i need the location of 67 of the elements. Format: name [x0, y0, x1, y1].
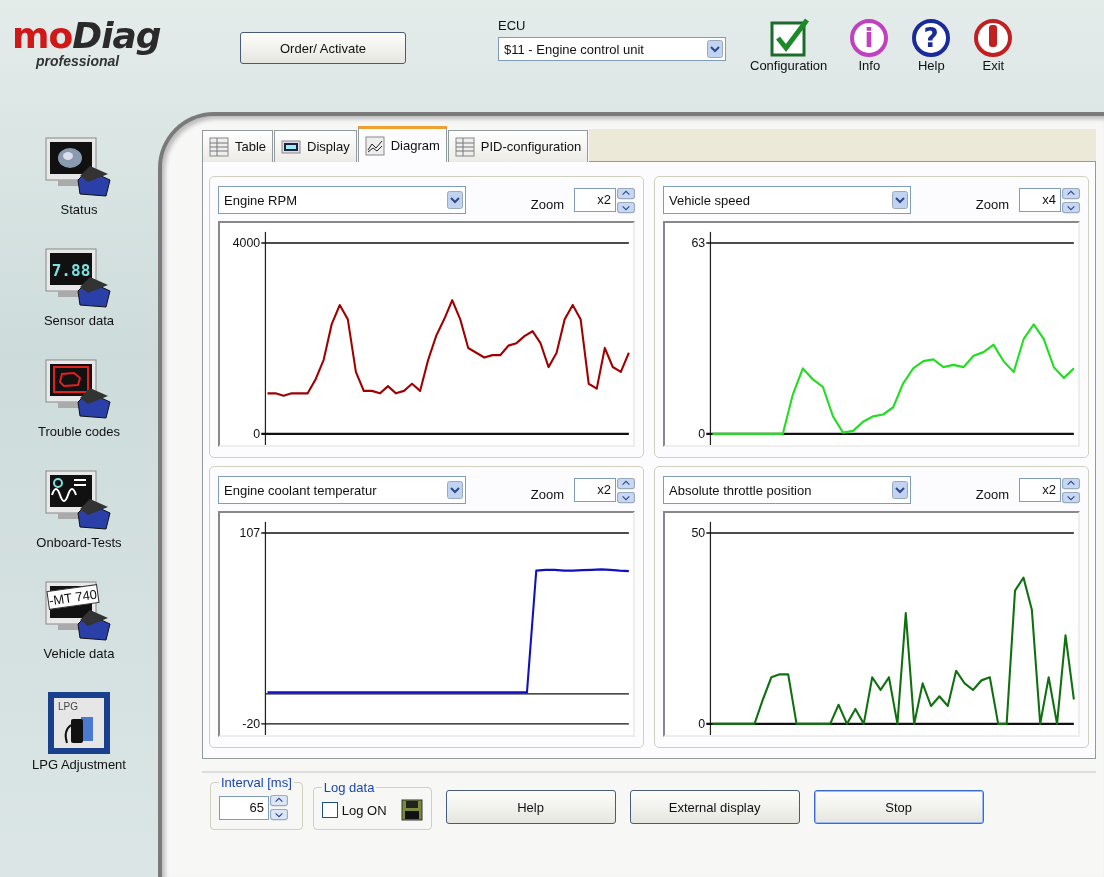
sidebar-item[interactable]: Trouble codes [38, 358, 120, 439]
app-logo: moDiag professional [12, 18, 162, 68]
spin-down-icon[interactable] [1062, 200, 1080, 214]
axis-label: 4000 [232, 235, 261, 251]
toolbar-button[interactable]: Configuration [750, 18, 828, 73]
spin-up-icon[interactable] [617, 476, 635, 490]
action-button[interactable]: External display [629, 790, 800, 824]
sidebar-item[interactable]: Onboard-Tests [36, 469, 122, 550]
tab[interactable]: Table [202, 130, 274, 162]
ecu-label: ECU [498, 18, 527, 33]
zoom-field[interactable]: x2 [1019, 478, 1061, 502]
tab[interactable]: PID-configuration [447, 130, 589, 162]
axis-label: -20 [242, 715, 261, 732]
sidebar-item[interactable]: LPG LPG Adjustment [32, 691, 126, 772]
spin-down-icon[interactable] [270, 808, 288, 821]
monitor-connector-icon [44, 469, 114, 533]
spin-down-icon[interactable] [617, 490, 635, 504]
tab[interactable]: Display [274, 130, 357, 162]
axis-label: 107 [239, 525, 261, 541]
spin-up-icon[interactable] [270, 794, 288, 807]
parameter-dropdown[interactable]: Vehicle speed [663, 186, 911, 214]
monitor-connector-icon [44, 136, 114, 200]
toolbar-button[interactable]: ? Help [911, 18, 952, 73]
parameter-dropdown[interactable]: Engine RPM [218, 186, 466, 214]
spin-down-icon[interactable] [617, 200, 635, 214]
zoom-label: Zoom [530, 196, 564, 212]
axis-label: 63 [691, 235, 706, 251]
fuel-pump-icon: LPG [47, 691, 111, 755]
sidebar-item[interactable]: 7.88 Sensor data [43, 247, 115, 328]
spin-up-icon[interactable] [617, 186, 635, 200]
axis-label: 0 [698, 425, 706, 442]
spin-down-icon[interactable] [1062, 490, 1080, 504]
parameter-dropdown[interactable]: Engine coolant temperatur [218, 476, 466, 504]
spin-up-icon[interactable] [1062, 476, 1080, 490]
sidebar-item[interactable]: Status [44, 136, 114, 217]
order-activate-button[interactable]: Order/ Activate [240, 32, 406, 64]
action-button[interactable]: Stop [813, 790, 984, 824]
interval-legend: Interval [ms] [219, 775, 294, 790]
save-icon[interactable] [400, 799, 423, 821]
log-on-checkbox[interactable]: Log ON [321, 802, 387, 818]
toolbar-button[interactable]: Exit [973, 18, 1014, 73]
interval-field[interactable]: 65 [219, 795, 269, 820]
exit-icon [973, 18, 1014, 58]
zoom-field[interactable]: x2 [574, 478, 616, 502]
toolbar-button[interactable]: i Info [849, 18, 890, 73]
sidebar-item[interactable]: -MT 740 Vehicle data [43, 580, 115, 661]
spin-up-icon[interactable] [1062, 186, 1080, 200]
monitor-connector-icon [44, 358, 114, 422]
axis-label: 0 [253, 425, 261, 442]
line-graph-icon [364, 135, 385, 156]
log-data-legend: Log data [321, 780, 377, 795]
parameter-dropdown[interactable]: Absolute throttle position [663, 476, 911, 504]
action-button[interactable]: Help [445, 790, 616, 824]
zoom-label: Zoom [975, 196, 1009, 212]
ecu-dropdown[interactable]: $11 - Engine control unit [498, 37, 726, 61]
checkbox-icon [768, 18, 809, 58]
tab[interactable]: Diagram [357, 126, 447, 162]
table-icon [454, 136, 475, 157]
zoom-label: Zoom [975, 486, 1009, 502]
zoom-label: Zoom [530, 486, 564, 502]
zoom-field[interactable]: x2 [574, 188, 616, 212]
zoom-field[interactable]: x4 [1019, 188, 1061, 212]
axis-label: 0 [698, 715, 706, 732]
help-icon: ? [911, 18, 952, 58]
table-icon [209, 136, 229, 157]
axis-label: 50 [691, 525, 706, 541]
info-icon: i [849, 18, 890, 58]
